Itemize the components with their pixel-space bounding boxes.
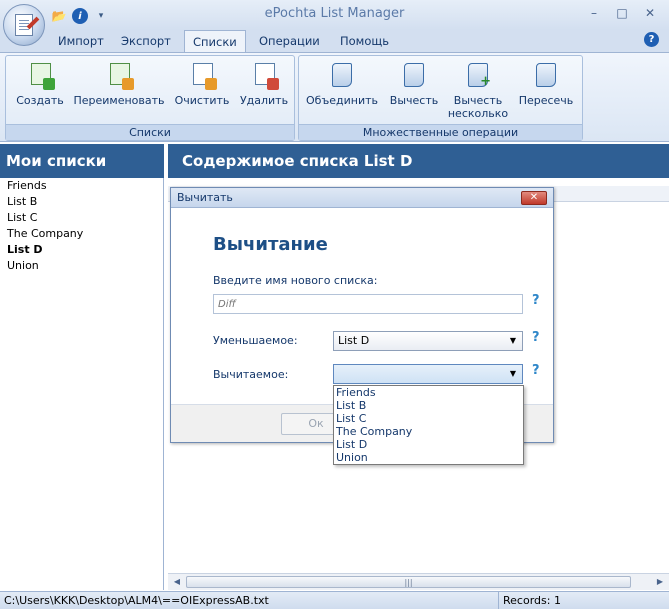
horizontal-scrollbar[interactable]: ◀ ||| ▶ — [168, 573, 669, 590]
merge-button[interactable]: Объединить — [305, 60, 379, 107]
dropdown-option[interactable]: List C — [334, 412, 523, 425]
ribbon-group-lists-label: Списки — [6, 124, 294, 140]
ribbon-group-multiple-operations-label: Множественные операции — [299, 124, 582, 140]
rename-list-button[interactable]: Переименовать — [72, 60, 166, 107]
clear-list-icon — [187, 60, 217, 90]
new-list-name-input[interactable] — [213, 294, 523, 314]
scroll-right-icon[interactable]: ▶ — [653, 575, 667, 589]
list-item[interactable]: Union — [0, 258, 163, 274]
close-button[interactable]: ✕ — [639, 4, 661, 22]
status-bar: C:\Users\KKK\Desktop\ALM4\==OIExpressAB.… — [0, 591, 669, 609]
dropdown-option[interactable]: The Company — [334, 425, 523, 438]
subtract-multiple-icon: + — [463, 60, 493, 90]
clear-list-button[interactable]: Очистить — [170, 60, 234, 107]
window-controls: – □ ✕ — [583, 4, 661, 22]
list-item[interactable]: List B — [0, 194, 163, 210]
status-records: Records: 1 — [498, 592, 561, 609]
subtrahend-help-icon[interactable]: ? — [532, 363, 540, 378]
minuend-select-value: List D — [338, 334, 370, 347]
maximize-button[interactable]: □ — [611, 4, 633, 22]
minuend-help-icon[interactable]: ? — [532, 330, 540, 345]
list-item[interactable]: Friends — [0, 178, 163, 194]
merge-icon — [327, 60, 357, 90]
minuend-label: Уменьшаемое: — [213, 334, 298, 347]
intersect-icon — [531, 60, 561, 90]
subtract-multiple-button[interactable]: + Вычесть несколько — [445, 60, 511, 120]
menu-tabs: Импорт Экспорт Списки Операции Помощь — [0, 30, 669, 53]
dialog-title: Вычитать — [171, 188, 553, 208]
status-file-path: C:\Users\KKK\Desktop\ALM4\==OIExpressAB.… — [4, 594, 269, 607]
create-list-icon — [25, 60, 55, 90]
application-menu-button[interactable] — [3, 4, 45, 46]
scrollbar-thumb[interactable]: ||| — [186, 576, 631, 588]
chevron-down-icon[interactable]: ▼ — [506, 367, 520, 381]
subtract-button[interactable]: Вычесть — [385, 60, 443, 107]
ribbon-group-lists: Создать Переименовать Очистить Удалить С… — [5, 55, 295, 141]
minuend-select[interactable]: List D ▼ — [333, 331, 523, 351]
dropdown-option[interactable]: List B — [334, 399, 523, 412]
list-content-title: Содержимое списка List D — [168, 144, 669, 178]
subtract-icon — [399, 60, 429, 90]
dropdown-option[interactable]: Union — [334, 451, 523, 464]
tab-export[interactable]: Экспорт — [113, 30, 179, 52]
rename-list-icon — [104, 60, 134, 90]
dropdown-option[interactable]: Friends — [334, 386, 523, 399]
intersect-button[interactable]: Пересечь — [515, 60, 577, 107]
minimize-button[interactable]: – — [583, 4, 605, 22]
dialog-close-button[interactable]: ✕ — [521, 191, 547, 205]
subtrahend-label: Вычитаемое: — [213, 368, 289, 381]
my-lists-title: Мои списки — [0, 144, 164, 178]
tab-import[interactable]: Импорт — [50, 30, 112, 52]
ribbon: Создать Переименовать Очистить Удалить С… — [0, 52, 669, 142]
new-list-name-label: Введите имя нового списка: — [213, 274, 378, 287]
tab-operations[interactable]: Операции — [251, 30, 328, 52]
window-title: ePochta List Manager — [264, 6, 405, 21]
list-item-selected[interactable]: List D — [0, 242, 163, 258]
ribbon-group-multiple-operations: Объединить Вычесть + Вычесть несколько П… — [298, 55, 583, 141]
my-lists: Friends List B List C The Company List D… — [0, 178, 164, 590]
chevron-down-icon[interactable]: ▼ — [506, 334, 520, 348]
list-item[interactable]: The Company — [0, 226, 163, 242]
create-list-button[interactable]: Создать — [12, 60, 68, 107]
delete-list-icon — [249, 60, 279, 90]
help-icon[interactable]: ? — [644, 32, 659, 47]
new-list-help-icon[interactable]: ? — [532, 293, 540, 308]
title-bar: 📂 i ▾ ePochta List Manager – □ ✕ — [0, 0, 669, 30]
tab-help[interactable]: Помощь — [332, 30, 397, 52]
subtrahend-select[interactable]: ▼ — [333, 364, 523, 384]
delete-list-button[interactable]: Удалить — [236, 60, 292, 107]
dialog-heading: Вычитание — [213, 234, 328, 255]
tab-lists[interactable]: Списки — [184, 30, 246, 53]
scroll-left-icon[interactable]: ◀ — [170, 575, 184, 589]
subtrahend-dropdown-list: Friends List B List C The Company List D… — [333, 385, 524, 465]
dropdown-option[interactable]: List D — [334, 438, 523, 451]
list-item[interactable]: List C — [0, 210, 163, 226]
